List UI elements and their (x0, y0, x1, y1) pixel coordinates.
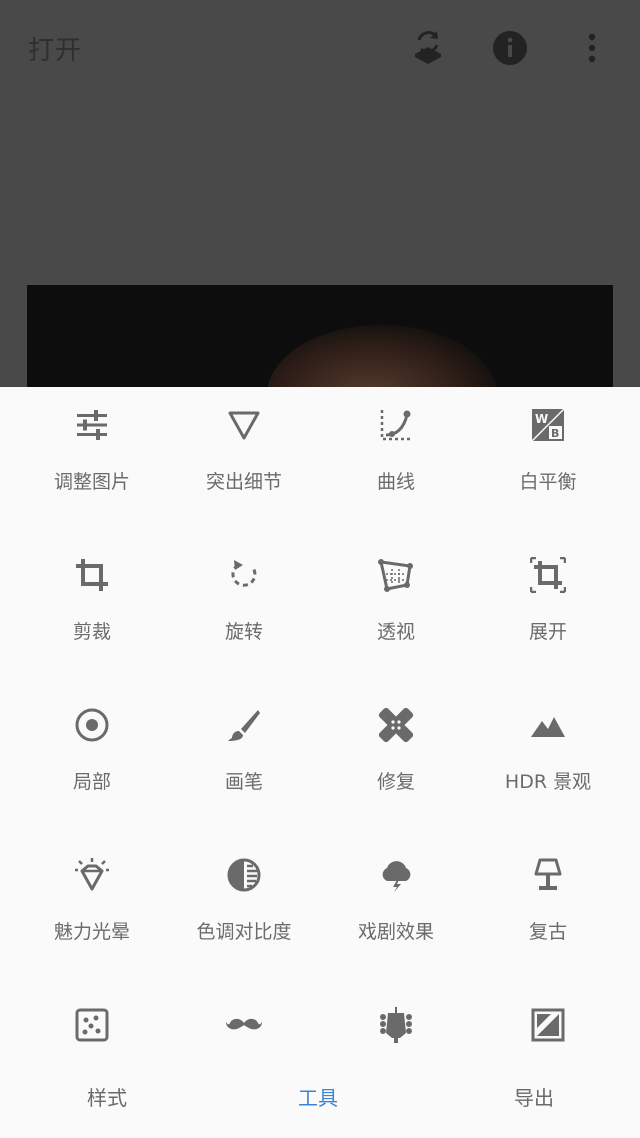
tool-curves[interactable]: 曲线 (316, 387, 476, 517)
triangle-down-icon (228, 411, 260, 440)
guitar-head-icon (380, 1007, 412, 1043)
curves-icon (380, 410, 411, 441)
tools-sheet: 调整图片 突出细节 曲线 W B 白平衡 剪裁 旋转 透视 展开 局部 画笔 修… (0, 387, 640, 1138)
tool-label: 戏剧效果 (357, 921, 434, 943)
tool-label: 色调对比度 (196, 921, 292, 943)
rotate-icon (231, 560, 257, 587)
svg-text:W: W (535, 412, 548, 426)
tool-white-balance[interactable]: W B 白平衡 (468, 387, 628, 517)
tool-label: 突出细节 (205, 471, 282, 493)
tool-label: 透视 (376, 621, 415, 643)
tool-label: 旋转 (224, 621, 263, 643)
tab-tools[interactable]: 工具 (298, 1082, 338, 1111)
tool-label: HDR 景观 (504, 771, 592, 793)
white-balance-icon: W B (531, 408, 565, 442)
tool-expand[interactable]: 展开 (468, 537, 628, 667)
info-icon[interactable] (486, 24, 534, 72)
perspective-icon (378, 559, 413, 592)
healing-bandage-icon (378, 707, 414, 743)
selective-target-icon (75, 708, 109, 742)
tool-label: 局部 (72, 771, 111, 793)
dice-icon (75, 1008, 109, 1042)
mountains-icon (531, 717, 565, 737)
mustache-icon (226, 1018, 262, 1030)
tool-label: 剪裁 (72, 621, 111, 643)
photo-preview (27, 285, 613, 387)
tool-label: 复古 (528, 921, 567, 943)
photo-subject (267, 325, 497, 387)
more-vert-icon[interactable] (568, 24, 616, 72)
brush-icon (228, 710, 260, 741)
tool-glamour-glow[interactable]: 魅力光晕 (12, 837, 172, 967)
tool-details[interactable]: 突出细节 (164, 387, 324, 517)
app-header: 打开 (0, 0, 640, 96)
tool-hdr-scape[interactable]: HDR 景观 (468, 687, 628, 817)
tool-healing[interactable]: 修复 (316, 687, 476, 817)
tool-brush[interactable]: 画笔 (164, 687, 324, 817)
frames-icon (531, 1008, 565, 1042)
svg-text:B: B (551, 427, 559, 440)
tool-rotate[interactable]: 旋转 (164, 537, 324, 667)
tonal-contrast-icon (227, 858, 261, 892)
expand-icon (530, 557, 566, 593)
tool-drama[interactable]: 戏剧效果 (316, 837, 476, 967)
tool-label: 画笔 (224, 771, 263, 793)
crop-icon (76, 559, 108, 591)
tool-vintage[interactable]: 复古 (468, 837, 628, 967)
tool-label: 魅力光晕 (53, 921, 130, 943)
tool-selective[interactable]: 局部 (12, 687, 172, 817)
tab-looks[interactable]: 样式 (87, 1082, 127, 1111)
tool-label: 修复 (376, 771, 415, 793)
storm-cloud-icon (382, 861, 411, 892)
tool-label: 白平衡 (519, 471, 577, 493)
tune-sliders-icon (77, 410, 107, 440)
layers-rotate-icon[interactable] (404, 24, 452, 72)
tool-perspective[interactable]: 透视 (316, 537, 476, 667)
open-button[interactable]: 打开 (28, 30, 82, 67)
tool-label: 曲线 (376, 471, 415, 493)
tool-label: 调整图片 (53, 471, 130, 493)
tool-label: 展开 (528, 621, 567, 643)
tool-crop[interactable]: 剪裁 (12, 537, 172, 667)
diamond-glow-icon (75, 858, 109, 891)
tool-tonal-contrast[interactable]: 色调对比度 (164, 837, 324, 967)
bottom-nav: 样式 工具 导出 (0, 1058, 640, 1138)
lamp-icon (534, 858, 562, 890)
tool-tune-image[interactable]: 调整图片 (12, 387, 172, 517)
tab-export[interactable]: 导出 (514, 1082, 554, 1111)
